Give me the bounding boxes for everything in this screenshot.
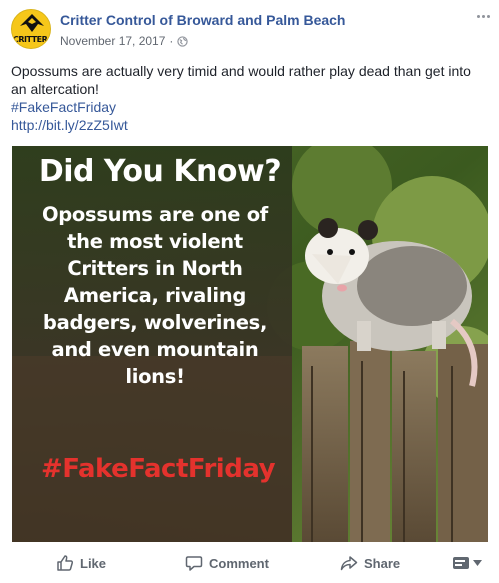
chevron-down-icon (473, 560, 482, 566)
meta-separator: · (169, 34, 174, 48)
dot-icon (476, 14, 480, 18)
hashtag-link[interactable]: #FakeFactFriday (11, 98, 481, 116)
page-avatar[interactable]: CRITTER (11, 9, 51, 49)
logo-text: CRITTER (13, 35, 48, 44)
share-label: Share (364, 555, 401, 571)
short-url-link[interactable]: http://bit.ly/2zZ5Iwt (11, 116, 481, 134)
post-meta: November 17, 2017 · (60, 34, 189, 48)
share-button[interactable]: Share (340, 545, 400, 581)
comment-button[interactable]: Comment (185, 545, 269, 581)
facebook-post: CRITTER Critter Control of Broward and P… (0, 0, 499, 583)
react-as-page-selector[interactable] (452, 545, 482, 581)
like-button[interactable]: Like (56, 545, 106, 581)
dot-icon (481, 14, 485, 18)
image-title-text: Did You Know? (38, 154, 282, 189)
comment-label: Comment (209, 555, 269, 571)
like-label: Like (80, 555, 107, 571)
audience-globe-icon[interactable] (177, 35, 189, 47)
post-message: Opossums are actually very timid and wou… (11, 63, 471, 97)
post-text: Opossums are actually very timid and wou… (11, 62, 481, 134)
thumbs-up-icon (57, 555, 74, 571)
image-body-text: Opossums are one of the most violent Cri… (41, 203, 268, 388)
post-date[interactable]: November 17, 2017 (60, 34, 165, 48)
page-avatar-small-icon (453, 557, 469, 569)
page-name-link[interactable]: Critter Control of Broward and Palm Beac… (60, 12, 345, 28)
image-hashtag-text: #FakeFactFriday (40, 454, 276, 484)
post-image[interactable]: Did You Know? Opossums are one of the mo… (12, 146, 488, 542)
post-options-button[interactable] (474, 10, 492, 22)
post-actions-bar: Like Comment Share (0, 545, 499, 581)
share-arrow-icon (340, 556, 358, 571)
dot-icon (486, 14, 490, 18)
comment-bubble-icon (185, 556, 203, 571)
